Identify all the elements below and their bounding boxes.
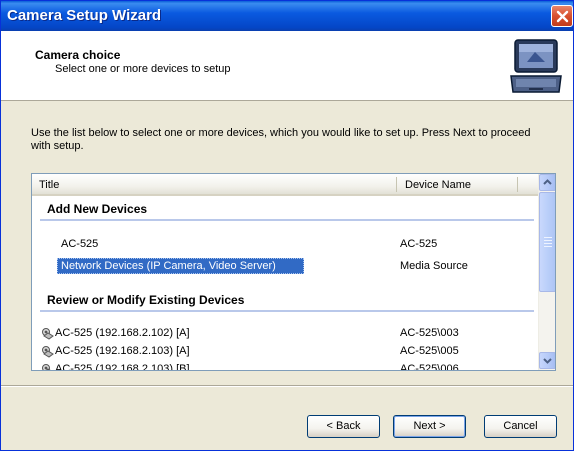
close-button[interactable] — [551, 5, 573, 27]
list-item-title[interactable]: AC-525 (192.168.2.102) [A] — [55, 327, 190, 339]
list-item-title[interactable]: AC-525 (192.168.2.103) [A] — [55, 345, 190, 357]
list-item-title[interactable]: AC-525 (192.168.2.103) [B] — [55, 363, 190, 370]
back-button[interactable]: < Back — [307, 415, 380, 438]
close-icon — [556, 10, 569, 23]
thumb-grip — [544, 246, 552, 247]
list-item-title[interactable]: Network Devices (IP Camera, Video Server… — [61, 260, 276, 272]
vertical-scrollbar[interactable] — [538, 174, 555, 370]
list-item-device-name[interactable]: AC-525\003 — [400, 327, 459, 339]
camera-icon — [42, 346, 54, 358]
list-item-device-name[interactable]: AC-525\005 — [400, 345, 459, 357]
group-divider — [40, 219, 534, 221]
list-item-device-name[interactable]: AC-525\006 — [400, 363, 459, 370]
wizard-window: Camera Setup Wizard Camera choice Select… — [0, 0, 574, 451]
group-divider — [40, 310, 534, 312]
list-item-device-name[interactable]: AC-525 — [400, 238, 437, 250]
scroll-down-button[interactable] — [539, 352, 555, 369]
window-title: Camera Setup Wizard — [7, 7, 162, 24]
column-header-device-name[interactable]: Device Name — [405, 179, 471, 191]
laptop-icon — [510, 39, 562, 93]
group-header-add-new: Add New Devices — [47, 202, 148, 216]
device-list[interactable]: Title Device Name Add New Devices AC-525… — [31, 173, 556, 371]
camera-icon — [42, 364, 51, 370]
column-divider[interactable] — [396, 177, 397, 192]
next-button[interactable]: Next > — [393, 415, 466, 438]
list-item-title[interactable]: AC-525 — [61, 238, 98, 250]
page-subtitle: Select one or more devices to setup — [55, 63, 231, 75]
chevron-up-icon — [543, 179, 552, 185]
footer-separator — [1, 385, 573, 387]
page-title: Camera choice — [35, 48, 121, 62]
column-header-title[interactable]: Title — [39, 179, 59, 191]
thumb-grip — [544, 243, 552, 244]
chevron-down-icon — [543, 358, 552, 364]
camera-icon — [42, 328, 54, 340]
cancel-button[interactable]: Cancel — [484, 415, 557, 438]
thumb-grip — [544, 240, 552, 241]
group-header-existing: Review or Modify Existing Devices — [47, 293, 245, 307]
title-bar[interactable]: Camera Setup Wizard — [1, 1, 573, 31]
list-item-device-name[interactable]: Media Source — [400, 260, 468, 272]
list-header: Title Device Name — [32, 174, 538, 196]
thumb-grip — [544, 237, 552, 238]
selected-list-item[interactable]: Network Devices (IP Camera, Video Server… — [57, 258, 304, 274]
scroll-thumb[interactable] — [539, 192, 555, 292]
instructions-text: Use the list below to select one or more… — [31, 127, 531, 152]
scroll-up-button[interactable] — [539, 174, 555, 191]
column-divider[interactable] — [517, 177, 518, 192]
wizard-header: Camera choice Select one or more devices… — [1, 31, 573, 101]
